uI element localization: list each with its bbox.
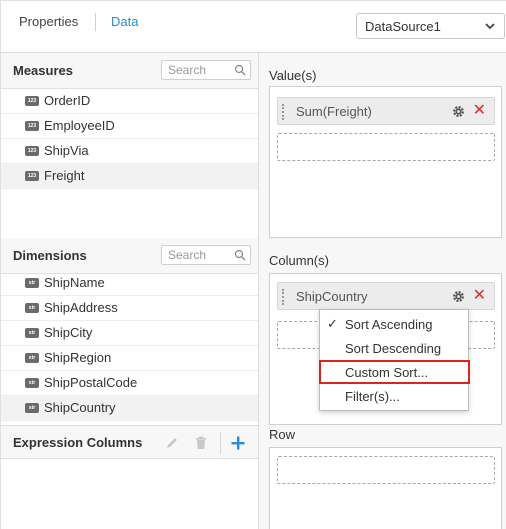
drag-handle-icon[interactable]	[282, 289, 285, 305]
delete-icon[interactable]	[193, 435, 209, 451]
dimension-item[interactable]: str ShipPostalCode	[1, 371, 258, 396]
dimension-label: ShipAddress	[44, 300, 118, 315]
values-title: Value(s)	[269, 68, 317, 83]
values-drop-target[interactable]	[277, 133, 495, 161]
column-pill[interactable]: ShipCountry ✕	[277, 282, 495, 310]
close-icon[interactable]: ✕	[473, 101, 486, 121]
expression-columns-title: Expression Columns	[13, 435, 143, 450]
row-title: Row	[269, 427, 296, 442]
fields-panel: Measures Search 123 OrderID 123 Employee…	[1, 53, 259, 529]
toolbar-divider	[220, 432, 221, 454]
measure-item[interactable]: 123 ShipVia	[1, 139, 258, 164]
string-type-icon: str	[25, 278, 39, 288]
number-type-icon: 123	[25, 146, 39, 156]
checkmark-icon: ✓	[327, 316, 338, 331]
dimensions-search-input[interactable]: Search	[161, 245, 251, 265]
measure-item[interactable]: 123 EmployeeID	[1, 114, 258, 139]
close-icon[interactable]: ✕	[473, 286, 486, 306]
search-icon	[234, 64, 246, 76]
search-icon	[234, 249, 246, 261]
expression-columns-header: Expression Columns	[1, 425, 258, 459]
dimension-item[interactable]: str ShipName	[1, 271, 258, 296]
number-type-icon: 123	[25, 121, 39, 131]
drag-handle-icon[interactable]	[282, 104, 285, 120]
dimension-label: ShipRegion	[44, 350, 112, 365]
tab-properties[interactable]: Properties	[19, 14, 78, 29]
columns-title: Column(s)	[269, 253, 329, 268]
number-type-icon: 123	[25, 96, 39, 106]
value-pill[interactable]: Sum(Freight) ✕	[277, 97, 495, 125]
dimension-item[interactable]: str ShipCountry	[1, 396, 258, 421]
measure-item[interactable]: 123 Freight	[1, 164, 258, 189]
menu-item-label: Filter(s)...	[345, 389, 400, 404]
dimension-label: ShipCity	[44, 325, 93, 340]
panel-header: Properties Data DataSource1	[1, 1, 506, 53]
dimension-item[interactable]: str ShipRegion	[1, 346, 258, 371]
edit-icon[interactable]	[164, 435, 180, 451]
measure-item[interactable]: 123 OrderID	[1, 89, 258, 114]
string-type-icon: str	[25, 403, 39, 413]
measure-label: OrderID	[44, 93, 91, 108]
string-type-icon: str	[25, 378, 39, 388]
column-pill-label: ShipCountry	[296, 289, 368, 304]
datasource-dropdown[interactable]: DataSource1	[356, 13, 505, 39]
row-zone[interactable]	[269, 447, 502, 529]
row-drop-target[interactable]	[277, 456, 495, 484]
string-type-icon: str	[25, 328, 39, 338]
number-type-icon: 123	[25, 171, 39, 181]
tab-data[interactable]: Data	[111, 14, 138, 29]
measures-search-placeholder: Search	[168, 63, 207, 77]
dimensions-title: Dimensions	[13, 248, 87, 263]
values-zone[interactable]: Sum(Freight) ✕	[269, 86, 502, 238]
menu-item-filters[interactable]: Filter(s)...	[320, 385, 468, 407]
tab-divider	[95, 13, 96, 31]
dimensions-header: Dimensions Search	[1, 238, 258, 274]
dimension-label: ShipCountry	[44, 400, 116, 415]
menu-item-sort-ascending[interactable]: ✓ Sort Ascending	[320, 313, 468, 335]
menu-item-sort-descending[interactable]: Sort Descending	[320, 337, 468, 359]
measures-header: Measures Search	[1, 53, 258, 89]
dimension-item[interactable]: str ShipCity	[1, 321, 258, 346]
dimension-label: ShipPostalCode	[44, 375, 138, 390]
menu-item-label: Sort Ascending	[345, 317, 433, 332]
dimension-label: ShipName	[44, 275, 105, 290]
gear-icon[interactable]	[451, 104, 466, 119]
string-type-icon: str	[25, 353, 39, 363]
dimensions-search-placeholder: Search	[168, 248, 207, 262]
measure-label: EmployeeID	[44, 118, 115, 133]
custom-sort-highlight	[319, 360, 470, 384]
measure-label: ShipVia	[44, 143, 89, 158]
drop-zones-panel: Value(s) Sum(Freight) ✕ Column(s) ShipCo…	[259, 53, 506, 529]
measures-title: Measures	[13, 63, 73, 78]
value-pill-label: Sum(Freight)	[296, 104, 372, 119]
add-icon[interactable]	[230, 435, 246, 451]
gear-icon[interactable]	[451, 289, 466, 304]
string-type-icon: str	[25, 303, 39, 313]
measure-label: Freight	[44, 168, 85, 183]
menu-item-label: Sort Descending	[345, 341, 442, 356]
datasource-value: DataSource1	[365, 19, 441, 34]
dimension-item[interactable]: str ShipAddress	[1, 296, 258, 321]
chevron-down-icon	[485, 23, 495, 30]
data-panel: Properties Data DataSource1 Measures Sea…	[0, 0, 506, 529]
measures-search-input[interactable]: Search	[161, 60, 251, 80]
